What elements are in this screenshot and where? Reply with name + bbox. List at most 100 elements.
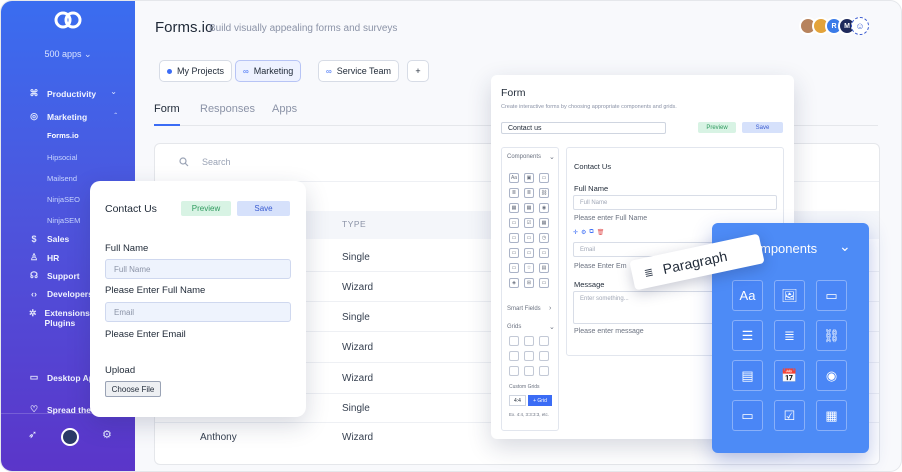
- chip-my-projects[interactable]: My Projects: [159, 60, 233, 82]
- radio-icon[interactable]: ◉: [816, 360, 847, 391]
- smart-fields-label[interactable]: Smart Fields: [507, 306, 541, 312]
- component-mini-icon[interactable]: ▤: [539, 263, 549, 273]
- column-header-type[interactable]: TYPE: [342, 219, 366, 229]
- button-icon[interactable]: ▭: [732, 400, 763, 431]
- grid-layout-icon[interactable]: [524, 366, 534, 376]
- component-mini-icon[interactable]: ◈: [509, 278, 519, 288]
- add-user-icon[interactable]: ☺: [851, 17, 869, 35]
- component-mini-icon[interactable]: ▣: [524, 173, 534, 183]
- user-avatar[interactable]: [61, 428, 79, 446]
- grid-layout-icon[interactable]: [524, 336, 534, 346]
- full-name-field[interactable]: Full Name: [105, 259, 291, 279]
- tab-apps[interactable]: Apps: [272, 103, 297, 115]
- component-mini-icon[interactable]: ▦: [509, 203, 519, 213]
- chevron-down-icon[interactable]: ⌄: [110, 87, 117, 96]
- move-icon[interactable]: ✛: [573, 229, 578, 236]
- apps-count[interactable]: 500 apps ⌄: [1, 49, 135, 60]
- component-mini-icon[interactable]: ☆: [524, 263, 534, 273]
- table-icon[interactable]: ▤: [732, 360, 763, 391]
- code-icon: ‹›: [31, 289, 37, 299]
- component-mini-icon[interactable]: ◉: [539, 203, 549, 213]
- image-icon[interactable]: 🖼: [774, 280, 805, 311]
- link-icon[interactable]: ⛓: [816, 320, 847, 351]
- chevron-right-icon[interactable]: ›: [549, 305, 551, 312]
- choose-file-button[interactable]: Choose File: [105, 381, 161, 397]
- component-mini-icon[interactable]: ▭: [509, 263, 519, 273]
- component-mini-icon[interactable]: ⛓: [539, 188, 549, 198]
- sidebar-item-desktop[interactable]: ▭ Desktop Ap: [29, 372, 94, 383]
- chevron-down-icon[interactable]: ⌄: [549, 153, 555, 161]
- component-mini-icon[interactable]: ▭: [524, 248, 534, 258]
- component-mini-icon[interactable]: ▦: [539, 218, 549, 228]
- form-name-input[interactable]: Contact us: [501, 122, 666, 134]
- search-input[interactable]: Search: [202, 157, 231, 167]
- sidebar-sub-forms[interactable]: Forms.io: [47, 131, 79, 140]
- chip-service-team[interactable]: ∞ Service Team: [318, 60, 400, 82]
- list-icon[interactable]: ☰: [732, 320, 763, 351]
- preview-button[interactable]: Preview: [181, 201, 231, 216]
- component-mini-icon[interactable]: ▭: [509, 248, 519, 258]
- sidebar-sub-mailsend[interactable]: Mailsend: [47, 174, 77, 183]
- field-toolbar: ✛ ⚙ ⧉ 🗑: [573, 229, 604, 236]
- grid-layout-icon[interactable]: [509, 366, 519, 376]
- builder-preview-button[interactable]: Preview: [698, 122, 736, 133]
- component-mini-icon[interactable]: ▭: [539, 173, 549, 183]
- component-mini-icon[interactable]: ≣: [524, 188, 534, 198]
- settings-icon[interactable]: ⚙: [581, 229, 586, 236]
- sidebar-sub-hipsocial[interactable]: Hipsocial: [47, 153, 77, 162]
- component-mini-icon[interactable]: ☑: [524, 218, 534, 228]
- sidebar-item-hr[interactable]: ♙ HR: [29, 252, 59, 263]
- chip-marketing[interactable]: ∞ Marketing: [235, 60, 302, 82]
- chevron-down-icon[interactable]: ⌄: [549, 323, 555, 331]
- tab-responses[interactable]: Responses: [200, 103, 255, 115]
- component-mini-icon[interactable]: ▭: [509, 218, 519, 228]
- grid-layout-icon[interactable]: [509, 351, 519, 361]
- add-chip-button[interactable]: +: [407, 60, 429, 82]
- sidebar-item-sales[interactable]: $ Sales: [29, 234, 69, 244]
- grid-layout-icon[interactable]: [509, 336, 519, 346]
- sidebar-item-support[interactable]: ☊ Support: [29, 270, 80, 281]
- component-mini-icon[interactable]: ⊞: [524, 278, 534, 288]
- component-mini-icon[interactable]: ▭: [539, 278, 549, 288]
- sidebar-item-developers[interactable]: ‹› Developers: [29, 289, 93, 299]
- date-icon[interactable]: 📅: [774, 360, 805, 391]
- chip-label: Marketing: [253, 66, 294, 76]
- sidebar-item-marketing[interactable]: ◎ Marketing: [29, 111, 87, 122]
- text-icon[interactable]: Aa: [732, 280, 763, 311]
- tab-form[interactable]: Form: [154, 103, 180, 115]
- save-button[interactable]: Save: [237, 201, 290, 216]
- component-mini-icon[interactable]: ▭: [509, 233, 519, 243]
- paragraph-icon[interactable]: ≣: [774, 320, 805, 351]
- grids-label[interactable]: Grids: [507, 324, 521, 330]
- chevron-down-icon[interactable]: ⌄: [839, 238, 851, 255]
- component-mini-icon[interactable]: Aa: [509, 173, 519, 183]
- grid-layout-icon[interactable]: [524, 351, 534, 361]
- calendar-icon[interactable]: ▦: [816, 400, 847, 431]
- component-mini-icon[interactable]: ▦: [524, 203, 534, 213]
- delete-icon[interactable]: 🗑: [597, 229, 605, 236]
- sidebar-sub-ninjasem[interactable]: NinjaSEM: [47, 216, 80, 225]
- canvas-full-name-field[interactable]: Full Name: [573, 195, 777, 210]
- component-mini-icon[interactable]: ▭: [539, 248, 549, 258]
- sidebar-item-extensions[interactable]: ✲ Extensions & Plugins: [29, 308, 99, 328]
- sidebar-sub-ninjaseo[interactable]: NinjaSEO: [47, 195, 80, 204]
- checkbox-icon[interactable]: ☑: [774, 400, 805, 431]
- custom-grid-input[interactable]: 4:4: [509, 395, 526, 406]
- grid-layout-icon[interactable]: [539, 336, 549, 346]
- add-grid-button[interactable]: + Grid: [528, 395, 552, 406]
- sidebar-item-productivity[interactable]: ⌘ Productivity: [29, 88, 97, 99]
- app-logo-icon[interactable]: [53, 9, 83, 31]
- paragraph-icon: ≣: [643, 265, 655, 280]
- rocket-icon[interactable]: ➶: [28, 428, 37, 441]
- input-icon[interactable]: ▭: [816, 280, 847, 311]
- gear-icon[interactable]: ⚙: [102, 428, 112, 441]
- component-mini-icon[interactable]: ▭: [524, 233, 534, 243]
- copy-icon[interactable]: ⧉: [589, 229, 593, 236]
- chevron-up-icon[interactable]: ˆ: [114, 112, 117, 121]
- component-mini-icon[interactable]: ≣: [509, 188, 519, 198]
- grid-layout-icon[interactable]: [539, 351, 549, 361]
- email-field[interactable]: Email: [105, 302, 291, 322]
- builder-save-button[interactable]: Save: [742, 122, 783, 133]
- grid-layout-icon[interactable]: [539, 366, 549, 376]
- component-mini-icon[interactable]: ◷: [539, 233, 549, 243]
